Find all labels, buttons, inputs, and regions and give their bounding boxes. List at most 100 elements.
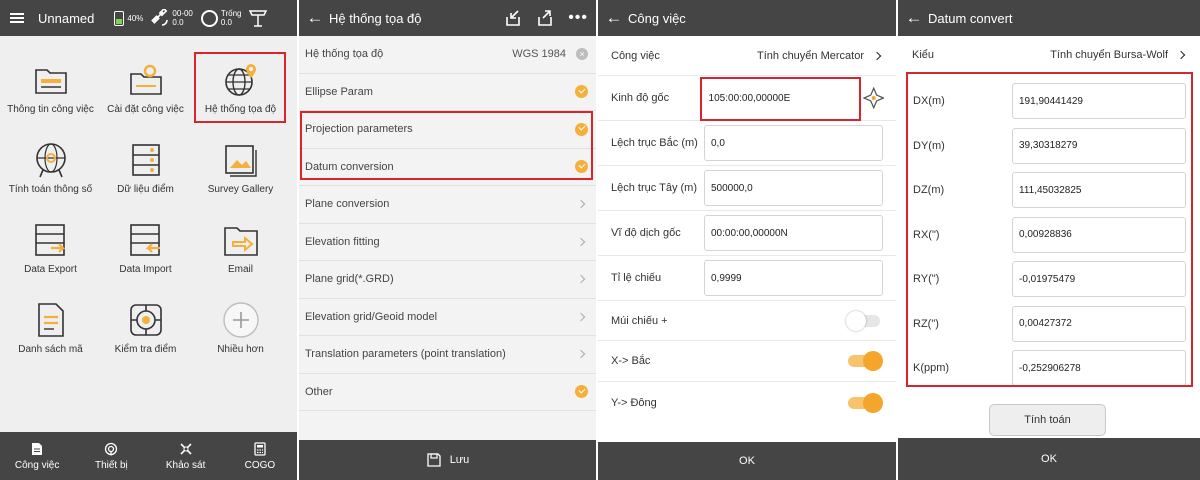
origin-latitude-input[interactable]: 00:00:00,00000N [704,215,883,251]
field-label: Lệch trục Bắc (m) [611,137,698,149]
conversion-type-value: Tính chuyển Bursa-Wolf [1050,49,1168,61]
row-other[interactable]: Other [299,374,596,411]
import-icon [129,224,160,256]
nav-label: Khảo sát [165,459,206,471]
tile-more[interactable]: Nhiều hơn [193,292,288,372]
conversion-type-row[interactable]: Kiểu Tính chuyển Bursa-Wolf [898,36,1200,74]
row-label: Hệ thống tọa độ [305,48,384,61]
field-false-northing: Lệch trục Bắc (m) 0,0 [598,121,896,166]
page-title: Hệ thống tọa độ [329,10,422,26]
calculate-button[interactable]: Tính toán [989,404,1106,436]
highlight-coordinate-system [194,52,286,123]
row-value: WGS 1984 [512,48,566,61]
row-elevation-fitting[interactable]: Elevation fitting [299,224,596,261]
toggle-row-y-east: Y-> Đông [598,382,896,423]
data-list-icon [131,144,160,176]
tile-data-import[interactable]: Data Import [98,212,193,292]
row-translation-parameters[interactable]: Translation parameters (point translatio… [299,336,596,374]
row-label: Other [305,385,333,398]
nav-cogo[interactable]: COGO [223,432,297,480]
field-label: Lệch trục Tây (m) [611,182,697,194]
solution-status[interactable]: Trống 0.0 [200,9,242,27]
more-options-icon[interactable]: ••• [568,9,588,27]
row-label: Ellipse Param [305,85,373,98]
ok-label: OK [1041,453,1057,465]
row-plane-conversion[interactable]: Plane conversion [299,186,596,224]
field-label: Tỉ lệ chiếu [611,272,662,284]
tile-parameter-calc[interactable]: Tính toán thông số [3,132,98,212]
datum-topbar: ← Datum convert [898,0,1200,36]
projection-screen: ← Công việc Công việc Tính chuyển Mercat… [598,0,896,480]
tile-code-list[interactable]: Danh sách mã [3,292,98,372]
ok-button[interactable]: OK [898,438,1200,480]
field-false-easting: Lệch trục Tây (m) 500000,0 [598,166,896,211]
toggle-label: Múi chiếu + [611,314,668,327]
tile-survey-gallery[interactable]: Survey Gallery [193,132,288,212]
menu-icon[interactable] [10,13,24,23]
ok-label: OK [739,455,755,467]
tile-label: Data Export [24,264,77,275]
gnss-status[interactable]: 00-00 0.0 [151,9,193,27]
tile-data-export[interactable]: Data Export [3,212,98,292]
tile-label: Dữ liệu điểm [117,184,174,195]
chevron-right-icon [872,51,882,60]
false-northing-input[interactable]: 0,0 [704,125,883,161]
back-arrow-icon[interactable]: ← [604,8,624,28]
document-icon [37,303,64,337]
coord-settings-list: Hệ thống tọa độ WGS 1984 × Ellipse Param… [299,36,596,411]
field-label: Vĩ độ dịch gốc [611,227,681,239]
battery-icon [114,10,125,26]
save-label: Lưu [449,454,470,466]
row-elevation-grid[interactable]: Elevation grid/Geoid model [299,299,596,336]
chevron-right-icon [1176,50,1186,60]
row-coordinate-system[interactable]: Hệ thống tọa độ WGS 1984 × [299,36,596,74]
ok-button[interactable]: OK [598,442,896,480]
false-easting-input[interactable]: 500000,0 [704,170,883,206]
zone-plus-toggle[interactable] [846,310,880,331]
satellite-icon [151,9,169,26]
y-east-toggle[interactable] [848,392,883,413]
highlight-datum-parameters [906,72,1193,387]
back-arrow-icon[interactable]: ← [904,8,924,28]
tile-point-data[interactable]: Dữ liệu điểm [98,132,193,212]
receiver-status[interactable] [247,8,269,28]
tile-label: Kiểm tra điểm [114,344,177,355]
status-line1: Trống [220,9,242,18]
gallery-icon [224,145,257,177]
back-arrow-icon[interactable]: ← [305,8,325,28]
chevron-right-icon [576,350,586,359]
tile-label: Data Import [119,264,172,275]
nav-device[interactable]: Thiết bị [74,432,148,480]
tile-label: Survey Gallery [207,184,274,195]
tile-job-info[interactable]: Thông tin công việc [3,52,98,132]
import-file-icon[interactable] [504,9,522,27]
export-icon [34,224,66,256]
save-button[interactable]: Lưu [299,440,596,480]
tile-job-settings[interactable]: Cài đặt công việc [98,52,193,132]
projection-type-row[interactable]: Công việc Tính chuyển Mercator [598,36,896,76]
toggle-label: Y-> Đông [611,396,657,409]
receiver-icon [249,10,268,27]
scale-factor-input[interactable]: 0,9999 [704,260,883,296]
tile-email[interactable]: Email [193,212,288,292]
page-title: Datum convert [928,10,1013,26]
clear-icon[interactable]: × [576,48,588,61]
tile-point-check[interactable]: Kiểm tra điểm [98,292,193,372]
nav-job[interactable]: Công việc [0,432,74,480]
tile-label: Tính toán thông số [8,184,93,195]
x-north-toggle[interactable] [848,351,883,371]
gnss-line1: 00-00 [172,9,193,18]
tile-label: Danh sách mã [18,344,83,355]
chevron-right-icon [576,275,586,284]
row-plane-grid[interactable]: Plane grid(*.GRD) [299,261,596,299]
row-label: Translation parameters (point translatio… [305,348,506,361]
export-file-icon[interactable] [536,9,554,27]
toggle-label: X-> Bắc [611,355,651,367]
nav-label: Thiết bị [94,459,128,471]
toggle-row-x-north: X-> Bắc [598,341,896,382]
row-ellipse-param[interactable]: Ellipse Param [299,74,596,111]
tile-label: Cài đặt công việc [107,104,184,115]
crosshair-icon[interactable] [862,87,884,109]
nav-survey[interactable]: Khảo sát [149,432,223,480]
field-label: Kinh độ gốc [611,92,670,104]
